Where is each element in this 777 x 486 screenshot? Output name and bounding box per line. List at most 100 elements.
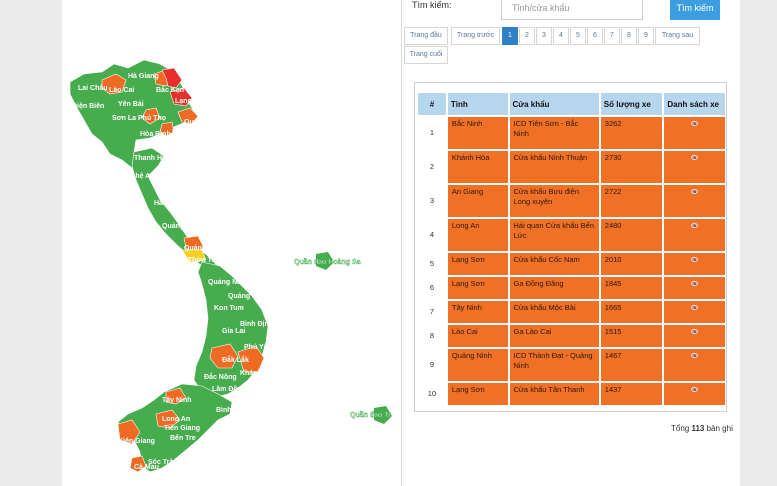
row-view-list[interactable] (664, 349, 725, 381)
label-lai-chau: Lai Châu (78, 85, 108, 92)
eye-icon[interactable] (691, 121, 699, 126)
row-gate: Cửa khẩu Cốc Nam (509, 253, 599, 275)
page-7[interactable]: 7 (604, 27, 620, 45)
row-gate: Ga Đồng Đăng (509, 277, 599, 299)
table-row: 6 Lạng Sơn Ga Đồng Đăng 1845 (418, 277, 725, 299)
row-index: 5 (418, 253, 446, 275)
label-quang-binh: Quảng Bình (162, 223, 202, 230)
row-view-list[interactable] (664, 383, 725, 405)
row-gate: Cửa khẩu Mộc Bài (509, 301, 599, 323)
row-province: Khánh Hòa (447, 151, 508, 183)
eye-icon[interactable] (691, 155, 699, 160)
label-ha-tinh: Hà Tĩnh (154, 200, 180, 207)
label-nghe-an: Nghệ An (126, 173, 155, 180)
row-index: 1 (418, 117, 446, 149)
row-province: Long An (447, 219, 508, 251)
label-yen-bai: Yên Bái (118, 101, 144, 108)
row-province: Bắc Ninh (447, 117, 508, 149)
row-province: Lạng Sơn (447, 253, 508, 275)
row-view-list[interactable] (664, 253, 725, 275)
vietnam-map[interactable]: Hà Giang Lai Châu Lào Cai Bắc Kạn Điện B… (62, 0, 402, 486)
row-gate: Hải quan Cửa khẩu Bến Lức (509, 219, 599, 251)
row-count: 2480 (600, 219, 663, 251)
row-gate: Cửa khẩu Tân Thanh (509, 383, 599, 405)
row-index: 2 (418, 151, 446, 183)
page-last[interactable]: Trang cuối (404, 46, 448, 64)
eye-icon[interactable] (691, 387, 699, 392)
page-next[interactable]: Trang sau (655, 27, 700, 45)
page-first[interactable]: Trang đầu (404, 27, 448, 45)
row-index: 10 (418, 383, 446, 405)
total-records: Tổng 113 bản ghi (671, 424, 733, 433)
label-binh-thuan: Bình Thuận (216, 407, 255, 414)
table-row: 10 Lạng Sơn Cửa khẩu Tân Thanh 1437 (418, 383, 725, 405)
page-2[interactable]: 2 (519, 27, 535, 45)
label-kon-tum: Kon Tum (214, 305, 244, 312)
label-kien-giang: Kiên Giang (118, 438, 155, 445)
row-gate: Ga Lào Cai (509, 325, 599, 347)
row-index: 4 (418, 219, 446, 251)
label-son-la: Sơn La (112, 115, 136, 122)
label-quang-ngai: Quảng Ngãi (228, 293, 267, 300)
row-view-list[interactable] (664, 325, 725, 347)
search-button[interactable]: Tìm kiếm (670, 0, 720, 20)
label-phu-tho: Phú Thọ (138, 115, 166, 122)
row-index: 6 (418, 277, 446, 299)
col-gate[interactable]: Cửa khẩu (509, 93, 599, 115)
row-province: An Giang (447, 185, 508, 217)
col-index: # (418, 93, 446, 115)
search-input[interactable] (501, 0, 643, 20)
label-quang-ninh: Quảng Ninh (184, 119, 224, 126)
row-count: 2010 (600, 253, 663, 275)
page-prev[interactable]: Trang trước (451, 27, 500, 45)
row-count: 3262 (600, 117, 663, 149)
page-1[interactable]: 1 (502, 27, 518, 45)
row-index: 7 (418, 301, 446, 323)
page-9[interactable]: 9 (638, 27, 654, 45)
label-phu-yen: Phú Yên (244, 344, 272, 351)
table-row: 7 Tây Ninh Cửa khẩu Mộc Bài 1665 (418, 301, 725, 323)
col-province[interactable]: Tỉnh (447, 93, 508, 115)
page-5[interactable]: 5 (570, 27, 586, 45)
page-4[interactable]: 4 (553, 27, 569, 45)
col-count[interactable]: Số lượng xe (600, 93, 663, 115)
label-long-an: Long An (162, 416, 190, 423)
eye-icon[interactable] (691, 257, 699, 262)
row-province: Lào Cai (447, 325, 508, 347)
eye-icon[interactable] (691, 189, 699, 194)
label-bac-kan: Bắc Kạn (156, 85, 184, 94)
row-province: Quảng Ninh (447, 349, 508, 381)
table-row: 3 An Giang Cửa khẩu Bưu điện Long xuyên 272… (418, 185, 725, 217)
page-8[interactable]: 8 (621, 27, 637, 45)
page-3[interactable]: 3 (536, 27, 552, 45)
label-ben-tre: Bến Tre (170, 434, 196, 442)
row-index: 8 (418, 325, 446, 347)
col-vehicle-list: Danh sách xe (664, 93, 725, 115)
eye-icon[interactable] (691, 329, 699, 334)
label-thanh-hoa: Thanh Hóa (134, 155, 170, 162)
row-view-list[interactable] (664, 301, 725, 323)
data-panel: Tìm kiếm: Tìm kiếm Trang đầu Trang trước… (402, 0, 740, 486)
row-view-list[interactable] (664, 151, 725, 183)
row-count: 1437 (600, 383, 663, 405)
label-dien-bien: Điện Biên (72, 103, 104, 110)
table-row: 2 Khánh Hòa Cửa khẩu Ninh Thuận 2730 (418, 151, 725, 183)
eye-icon[interactable] (691, 353, 699, 358)
page-6[interactable]: 6 (587, 27, 603, 45)
row-gate: Cửa khẩu Ninh Thuận (509, 151, 599, 183)
row-province: Lạng Sơn (447, 277, 508, 299)
row-gate: ICD Tiên Sơn - Bắc Ninh (509, 117, 599, 149)
label-binh-dinh: Bình Định (240, 321, 273, 328)
row-view-list[interactable] (664, 219, 725, 251)
table-row: 1 Bắc Ninh ICD Tiên Sơn - Bắc Ninh 3262 (418, 117, 725, 149)
eye-icon[interactable] (691, 305, 699, 310)
row-view-list[interactable] (664, 277, 725, 299)
row-view-list[interactable] (664, 117, 725, 149)
eye-icon[interactable] (691, 281, 699, 286)
label-gia-lai: Gia Lai (222, 328, 245, 335)
eye-icon[interactable] (691, 223, 699, 228)
row-count: 2722 (600, 185, 663, 217)
label-quang-nam: Quảng Nam (208, 279, 247, 286)
row-view-list[interactable] (664, 185, 725, 217)
table-header-row: # Tỉnh Cửa khẩu Số lượng xe Danh sách xe (418, 93, 725, 115)
